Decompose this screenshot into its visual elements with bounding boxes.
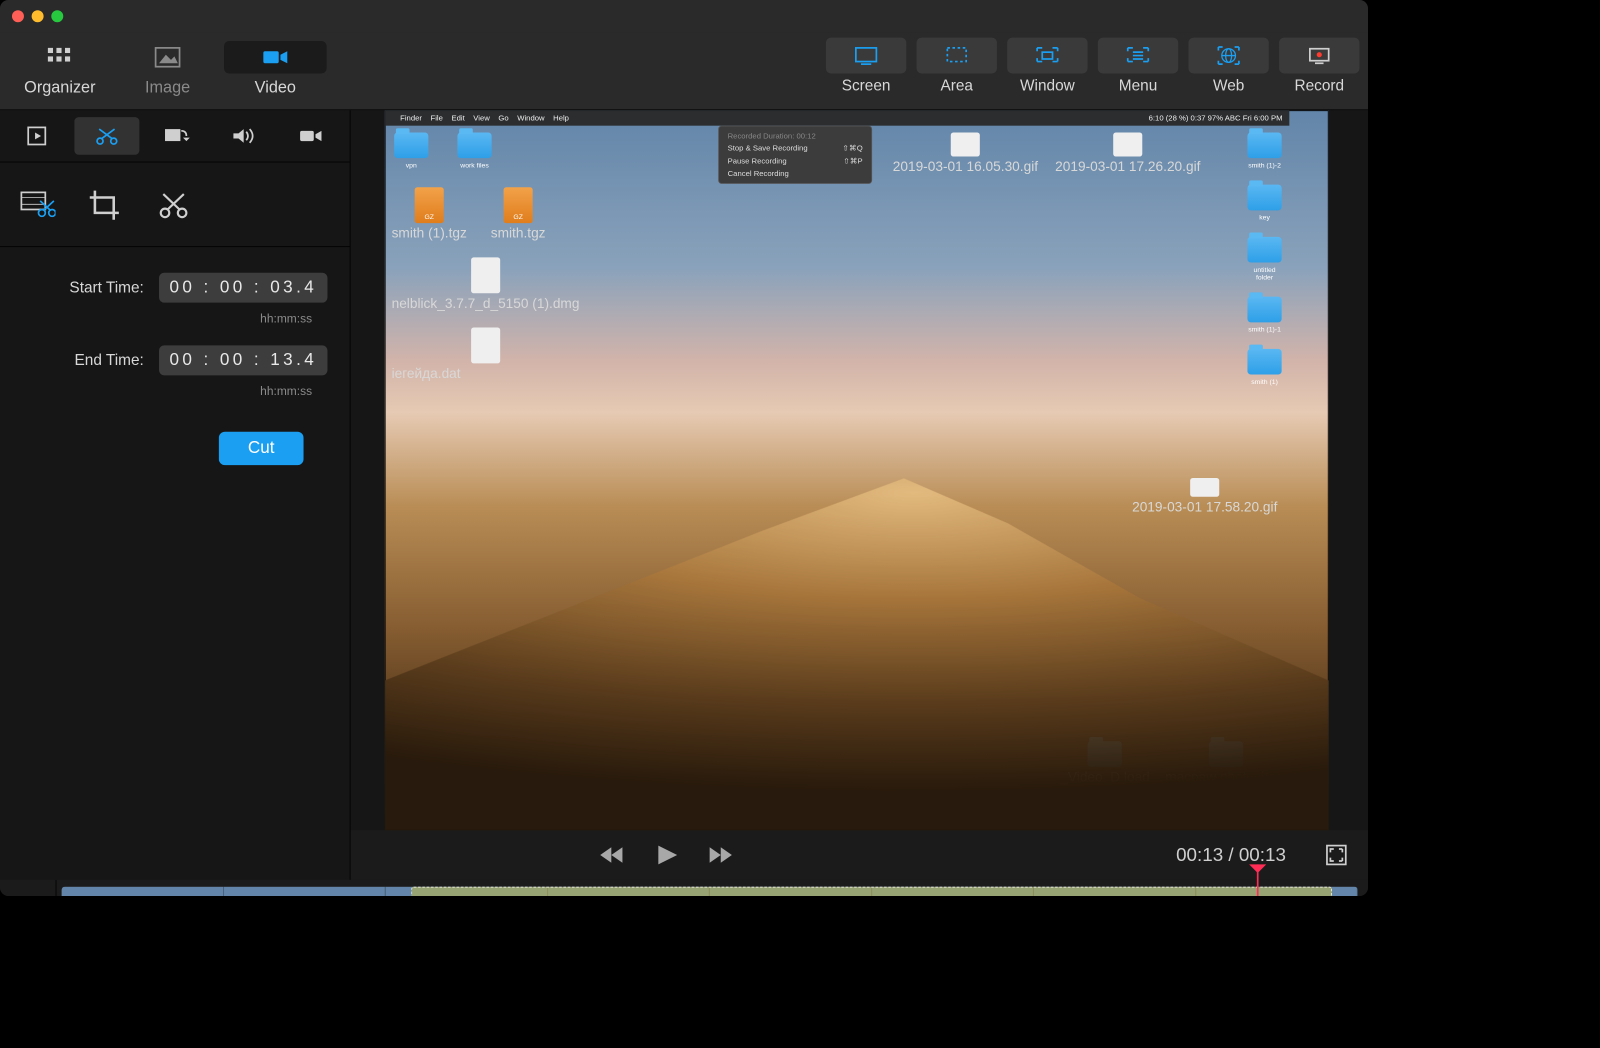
time-hint: hh:mm:ss bbox=[22, 384, 312, 398]
selection-range[interactable] bbox=[412, 887, 1332, 896]
desktop-icons-gifs: 2019-03-01 16.05.30.gif 2019-03-01 17.26… bbox=[893, 133, 1201, 176]
time-hint: hh:mm:ss bbox=[22, 311, 312, 325]
cut-form: Start Time: 00 : 00 : 03.4 hh:mm:ss End … bbox=[0, 247, 350, 491]
desktop-icons-top: vpn work files bbox=[392, 133, 495, 170]
mode-window[interactable]: Window bbox=[1007, 38, 1087, 95]
close-icon[interactable] bbox=[12, 10, 24, 22]
screen-icon bbox=[826, 38, 906, 74]
grid-icon bbox=[9, 41, 112, 73]
mode-label: Area bbox=[940, 77, 973, 94]
video-track[interactable] bbox=[62, 887, 1358, 896]
image-icon bbox=[116, 41, 219, 73]
playback-time: 00:13 / 00:13 bbox=[1176, 844, 1286, 866]
timeline-main[interactable]: 00:10.0 ⊖ ⊕ bbox=[56, 880, 1368, 896]
recorded-desktop: Finder File Edit View Go Window Help 6:1… bbox=[385, 110, 1329, 830]
macos-dock bbox=[509, 786, 1205, 825]
start-time-label: Start Time: bbox=[69, 279, 143, 297]
trim-film-tool[interactable] bbox=[14, 185, 60, 224]
tab-label: Video bbox=[255, 79, 296, 97]
menu-icon bbox=[1098, 38, 1178, 74]
main-toolbar: Organizer Image Video Screen Area bbox=[0, 32, 1368, 110]
desktop-gif-mid: 2019-03-01 17.58.20.gif bbox=[1132, 478, 1277, 516]
video-icon bbox=[224, 41, 327, 73]
video-preview[interactable]: Finder File Edit View Go Window Help 6:1… bbox=[385, 110, 1368, 830]
rewind-button[interactable] bbox=[597, 842, 626, 868]
timeline-track-selector bbox=[0, 880, 56, 896]
cut-tool[interactable] bbox=[75, 117, 139, 155]
zoom-icon[interactable] bbox=[51, 10, 63, 22]
end-time-input[interactable]: 00 : 00 : 13.4 bbox=[159, 345, 327, 375]
end-time-label: End Time: bbox=[75, 351, 144, 369]
sidebar: Start Time: 00 : 00 : 03.4 hh:mm:ss End … bbox=[0, 110, 351, 880]
tab-label: Image bbox=[145, 79, 190, 97]
tool-row-secondary bbox=[0, 162, 350, 247]
crop-tool[interactable] bbox=[82, 185, 128, 224]
recording-menu: Recorded Duration: 00:12 Stop & Save Rec… bbox=[718, 126, 872, 184]
mode-label: Screen bbox=[842, 77, 891, 94]
minimize-icon[interactable] bbox=[32, 10, 44, 22]
scissors-tool[interactable] bbox=[150, 185, 196, 224]
playhead[interactable] bbox=[1257, 864, 1259, 896]
mode-area[interactable]: Area bbox=[917, 38, 997, 95]
mode-label: Menu bbox=[1119, 77, 1158, 94]
tab-label: Organizer bbox=[24, 79, 95, 97]
volume-tool[interactable] bbox=[211, 117, 275, 155]
window-icon bbox=[1007, 38, 1087, 74]
start-time-input[interactable]: 00 : 00 : 03.4 bbox=[159, 273, 327, 303]
mode-label: Window bbox=[1020, 77, 1075, 94]
mode-web[interactable]: Web bbox=[1188, 38, 1268, 95]
main-panel: Finder File Edit View Go Window Help 6:1… bbox=[351, 110, 1368, 880]
playback-bar: 00:13 / 00:13 bbox=[351, 830, 1368, 880]
tab-image[interactable]: Image bbox=[116, 38, 219, 101]
app-window: Organizer Image Video Screen Area bbox=[0, 0, 1368, 896]
mode-menu[interactable]: Menu bbox=[1098, 38, 1178, 95]
mode-label: Web bbox=[1213, 77, 1244, 94]
record-icon bbox=[1279, 38, 1359, 74]
mode-record[interactable]: Record bbox=[1279, 38, 1359, 95]
rotate-tool[interactable] bbox=[143, 117, 207, 155]
desktop-icons-bottom: _Video_D load macpaw photoshoot bbox=[1060, 741, 1287, 785]
fullscreen-button[interactable] bbox=[1322, 842, 1351, 868]
play-button[interactable] bbox=[651, 842, 680, 868]
mode-label: Record bbox=[1294, 77, 1344, 94]
video-track-button[interactable] bbox=[0, 880, 56, 896]
camera-tool[interactable] bbox=[278, 117, 342, 155]
play-tool[interactable] bbox=[7, 117, 71, 155]
mode-screen[interactable]: Screen bbox=[826, 38, 906, 95]
macos-menubar: Finder File Edit View Go Window Help 6:1… bbox=[385, 110, 1290, 125]
tool-row-primary bbox=[0, 110, 350, 162]
web-icon bbox=[1188, 38, 1268, 74]
tab-video[interactable]: Video bbox=[224, 38, 327, 101]
forward-button[interactable] bbox=[706, 842, 735, 868]
cut-button[interactable]: Cut bbox=[219, 432, 304, 465]
desktop-icons-right: smith (1)-2 key untitled folder smith (1… bbox=[1245, 133, 1284, 386]
titlebar bbox=[0, 0, 1368, 32]
desktop-icons-left: GZsmith (1).tgz GZsmith.tgz nelblick_3.7… bbox=[392, 187, 580, 382]
area-icon bbox=[917, 38, 997, 74]
tab-organizer[interactable]: Organizer bbox=[9, 38, 112, 101]
timeline: 00:10.0 ⊖ ⊕ bbox=[0, 880, 1368, 896]
capture-modes: Screen Area Window Menu Web Record bbox=[826, 38, 1360, 95]
